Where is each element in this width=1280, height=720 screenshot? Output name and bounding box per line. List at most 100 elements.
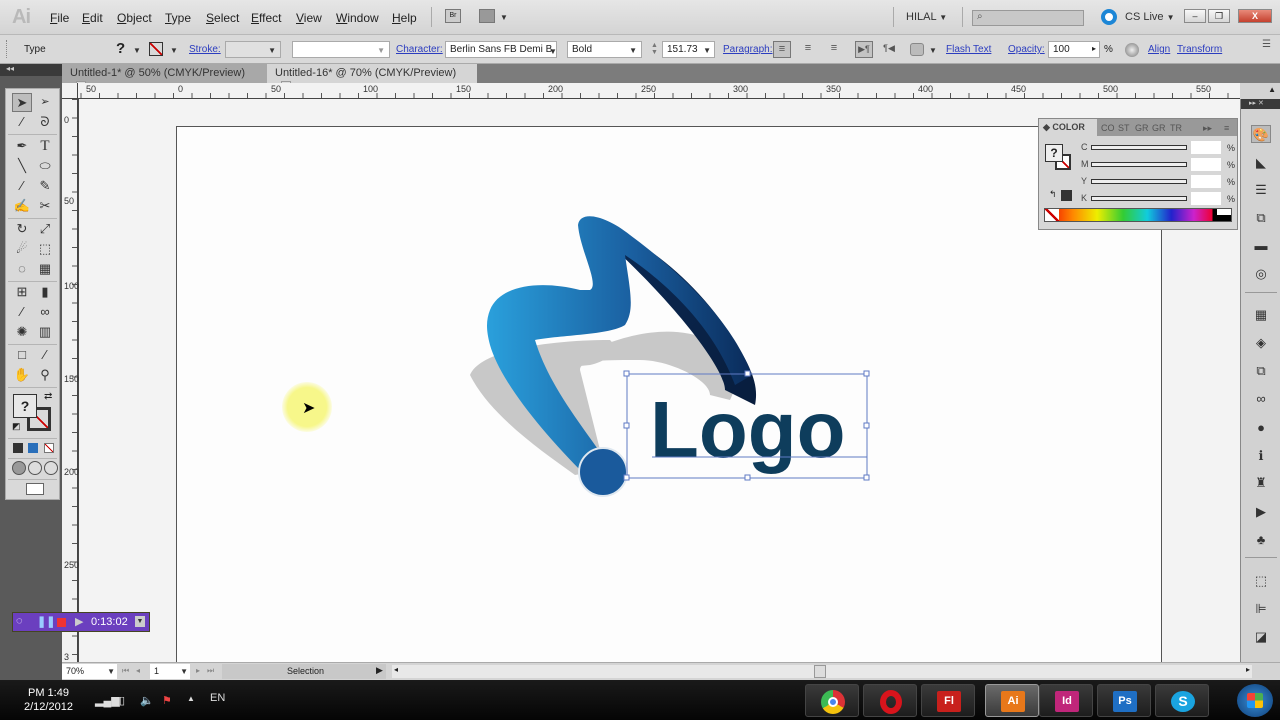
- flash-text-link[interactable]: Flash Text: [946, 44, 991, 55]
- stop-icon[interactable]: [57, 618, 66, 627]
- links-icon[interactable]: ∞: [1251, 390, 1271, 408]
- pencil-tool-icon[interactable]: ✎: [35, 177, 55, 196]
- resize-handle[interactable]: [863, 370, 870, 377]
- magenta-slider[interactable]: [1091, 162, 1187, 167]
- magenta-field[interactable]: [1191, 158, 1221, 171]
- previous-artboard-icon[interactable]: ◂: [136, 666, 140, 675]
- chevron-down-icon[interactable]: ▼: [170, 46, 178, 55]
- lasso-tool-icon[interactable]: ᘐ: [35, 113, 55, 132]
- selection-tool-icon[interactable]: ➤: [12, 93, 32, 112]
- taskbar-illustrator[interactable]: Ai: [985, 684, 1039, 717]
- tab-gradient[interactable]: GR: [1135, 123, 1149, 133]
- resize-handle[interactable]: [863, 474, 870, 481]
- dock-header[interactable]: ▸▸ ✕: [1241, 99, 1280, 109]
- variable-width-field[interactable]: ▼: [292, 41, 390, 58]
- line-tool-icon[interactable]: ╲: [12, 157, 32, 176]
- stroke-swatch[interactable]: [149, 42, 163, 56]
- rotate-tool-icon[interactable]: ↻: [12, 220, 32, 239]
- opacity-link[interactable]: Opacity:: [1008, 44, 1045, 55]
- recolor-artwork-icon[interactable]: [1125, 43, 1139, 57]
- workspace-switcher[interactable]: HILAL ▼: [906, 11, 947, 23]
- pause-icon[interactable]: ❚❚: [37, 615, 55, 628]
- symbols-icon[interactable]: ♣: [1251, 531, 1271, 549]
- menu-edit[interactable]: Edit: [82, 11, 103, 25]
- chevron-down-icon[interactable]: ▼: [500, 13, 508, 22]
- paragraph-link[interactable]: Paragraph:: [723, 44, 772, 55]
- tab-color-guide[interactable]: CO: [1101, 123, 1115, 133]
- panel-menu-icon[interactable]: ☰: [1262, 39, 1271, 50]
- artboard-number-select[interactable]: 1 ▼: [150, 664, 190, 679]
- scroll-left-icon[interactable]: ◂: [394, 665, 398, 674]
- ruler-origin[interactable]: [62, 83, 78, 99]
- scrollbar-thumb[interactable]: [814, 665, 826, 678]
- menu-view[interactable]: View: [296, 11, 322, 25]
- last-color-icon[interactable]: ↰: [1049, 189, 1057, 200]
- actions-icon[interactable]: ♜: [1251, 474, 1271, 492]
- rtl-direction-button[interactable]: ¶◀: [880, 41, 898, 58]
- tab-transparency[interactable]: TR: [1170, 123, 1182, 133]
- pathfinder-icon[interactable]: ◪: [1251, 628, 1271, 646]
- yellow-slider[interactable]: [1091, 179, 1187, 184]
- draw-inside-icon[interactable]: [44, 461, 58, 475]
- resize-handle[interactable]: [623, 370, 630, 377]
- envelope-warp-icon[interactable]: [910, 43, 924, 56]
- resize-handle[interactable]: [623, 422, 630, 429]
- resize-handle[interactable]: [623, 474, 630, 481]
- zoom-tool-icon[interactable]: ⚲: [35, 366, 55, 385]
- brushes-icon[interactable]: ▶: [1251, 503, 1271, 521]
- cyan-field[interactable]: [1191, 141, 1221, 154]
- magic-wand-tool-icon[interactable]: ⁄: [12, 113, 32, 132]
- stroke-link[interactable]: Stroke:: [189, 44, 221, 55]
- transform-link[interactable]: Transform: [1177, 44, 1222, 55]
- symbol-sprayer-tool-icon[interactable]: ✺: [12, 323, 32, 342]
- color-spectrum[interactable]: [1044, 208, 1232, 222]
- resize-handle[interactable]: [863, 422, 870, 429]
- align-center-button[interactable]: ≡: [799, 41, 817, 58]
- scroll-right-icon[interactable]: ▸: [1246, 665, 1250, 674]
- character-link[interactable]: Character:: [396, 44, 443, 55]
- fill-color-swatch[interactable]: ?: [13, 394, 37, 418]
- resize-handle[interactable]: [744, 474, 751, 481]
- minimize-button[interactable]: –: [1184, 9, 1206, 23]
- menu-select[interactable]: Select: [206, 11, 239, 25]
- resize-handle[interactable]: [744, 370, 751, 377]
- restore-button[interactable]: ❐: [1208, 9, 1230, 23]
- transparency-icon[interactable]: ⧉: [1251, 209, 1271, 227]
- zoom-level-select[interactable]: 70% ▼: [62, 664, 117, 679]
- stroke-weight-field[interactable]: ▼: [225, 41, 281, 58]
- document-tab-active[interactable]: Untitled-16* @ 70% (CMYK/Preview)×: [267, 64, 477, 91]
- scissors-tool-icon[interactable]: ✂: [35, 197, 55, 216]
- network-icon[interactable]: ▂▄▆: [95, 694, 120, 707]
- menu-file[interactable]: File: [50, 11, 69, 25]
- screen-mode-icon[interactable]: [26, 483, 44, 495]
- yellow-field[interactable]: [1191, 175, 1221, 188]
- graphic-styles-icon[interactable]: ●: [1251, 419, 1271, 437]
- font-family-select[interactable]: Berlin Sans FB Demi B: [445, 41, 557, 58]
- volume-icon[interactable]: 🔈: [140, 694, 154, 707]
- appearance-icon[interactable]: ◎: [1251, 265, 1271, 283]
- power-icon[interactable]: ▯: [119, 694, 125, 707]
- horizontal-scrollbar[interactable]: ◂ ▸: [392, 665, 1252, 678]
- color-mode-icon[interactable]: [13, 443, 23, 453]
- vertical-ruler[interactable]: 0 50 100 150 200 250 3: [62, 99, 79, 662]
- last-artboard-icon[interactable]: ⏭: [207, 666, 214, 676]
- blend-tool-icon[interactable]: ∞: [35, 303, 55, 322]
- cs-live-icon[interactable]: [1101, 9, 1117, 25]
- align-icon[interactable]: ⊫: [1251, 600, 1271, 618]
- color-panel-icon[interactable]: 🎨: [1251, 125, 1271, 143]
- none-color-icon[interactable]: [1045, 209, 1059, 221]
- hand-tool-icon[interactable]: ✋: [12, 366, 32, 385]
- logo-text[interactable]: Logo: [650, 385, 845, 474]
- bridge-icon[interactable]: Br: [445, 9, 461, 23]
- artboard-tool-icon[interactable]: □: [12, 346, 32, 365]
- artboards-icon[interactable]: ⧉: [1251, 362, 1271, 380]
- eyedropper-tool-icon[interactable]: ⁄: [12, 303, 32, 322]
- none-mode-icon[interactable]: [44, 443, 54, 453]
- fill-color-swatch[interactable]: ?: [1045, 144, 1063, 162]
- font-style-select[interactable]: Bold ▼: [567, 41, 642, 58]
- paintbrush-tool-icon[interactable]: ⁄: [12, 177, 32, 196]
- black-slider[interactable]: [1091, 196, 1187, 201]
- cyan-slider[interactable]: [1091, 145, 1187, 150]
- black-field[interactable]: [1191, 192, 1221, 205]
- default-colors-icon[interactable]: ◩: [12, 421, 21, 432]
